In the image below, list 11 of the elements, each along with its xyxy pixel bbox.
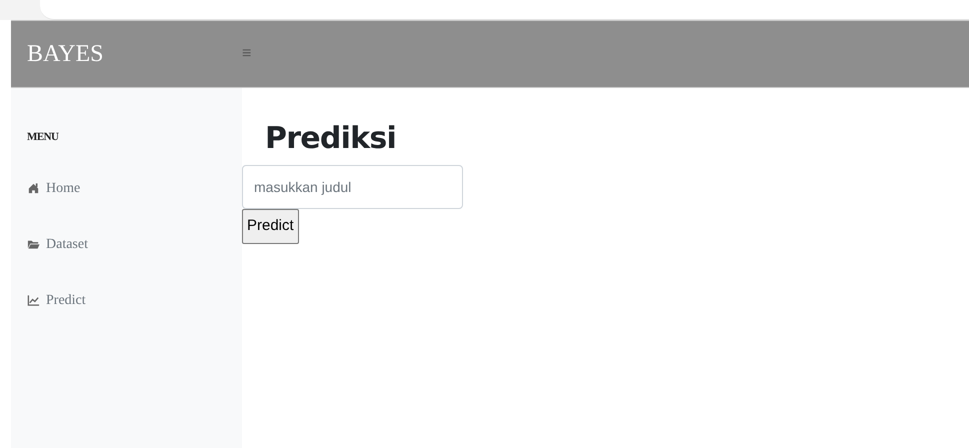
sidebar-item[interactable]: Home [27, 178, 80, 199]
sidebar-item[interactable]: Predict [27, 290, 86, 311]
home-icon [27, 182, 40, 195]
folder-icon [27, 238, 40, 251]
brand-title[interactable]: BAYES [27, 41, 104, 67]
chart-icon [27, 294, 40, 307]
input-field[interactable]: masukkan judul [242, 165, 463, 209]
page-title: Prediksi [265, 124, 396, 154]
predict-button[interactable]: Predict [242, 209, 299, 244]
sidebar-item[interactable]: Dataset [27, 234, 88, 255]
menu-heading: MENU [27, 130, 58, 145]
